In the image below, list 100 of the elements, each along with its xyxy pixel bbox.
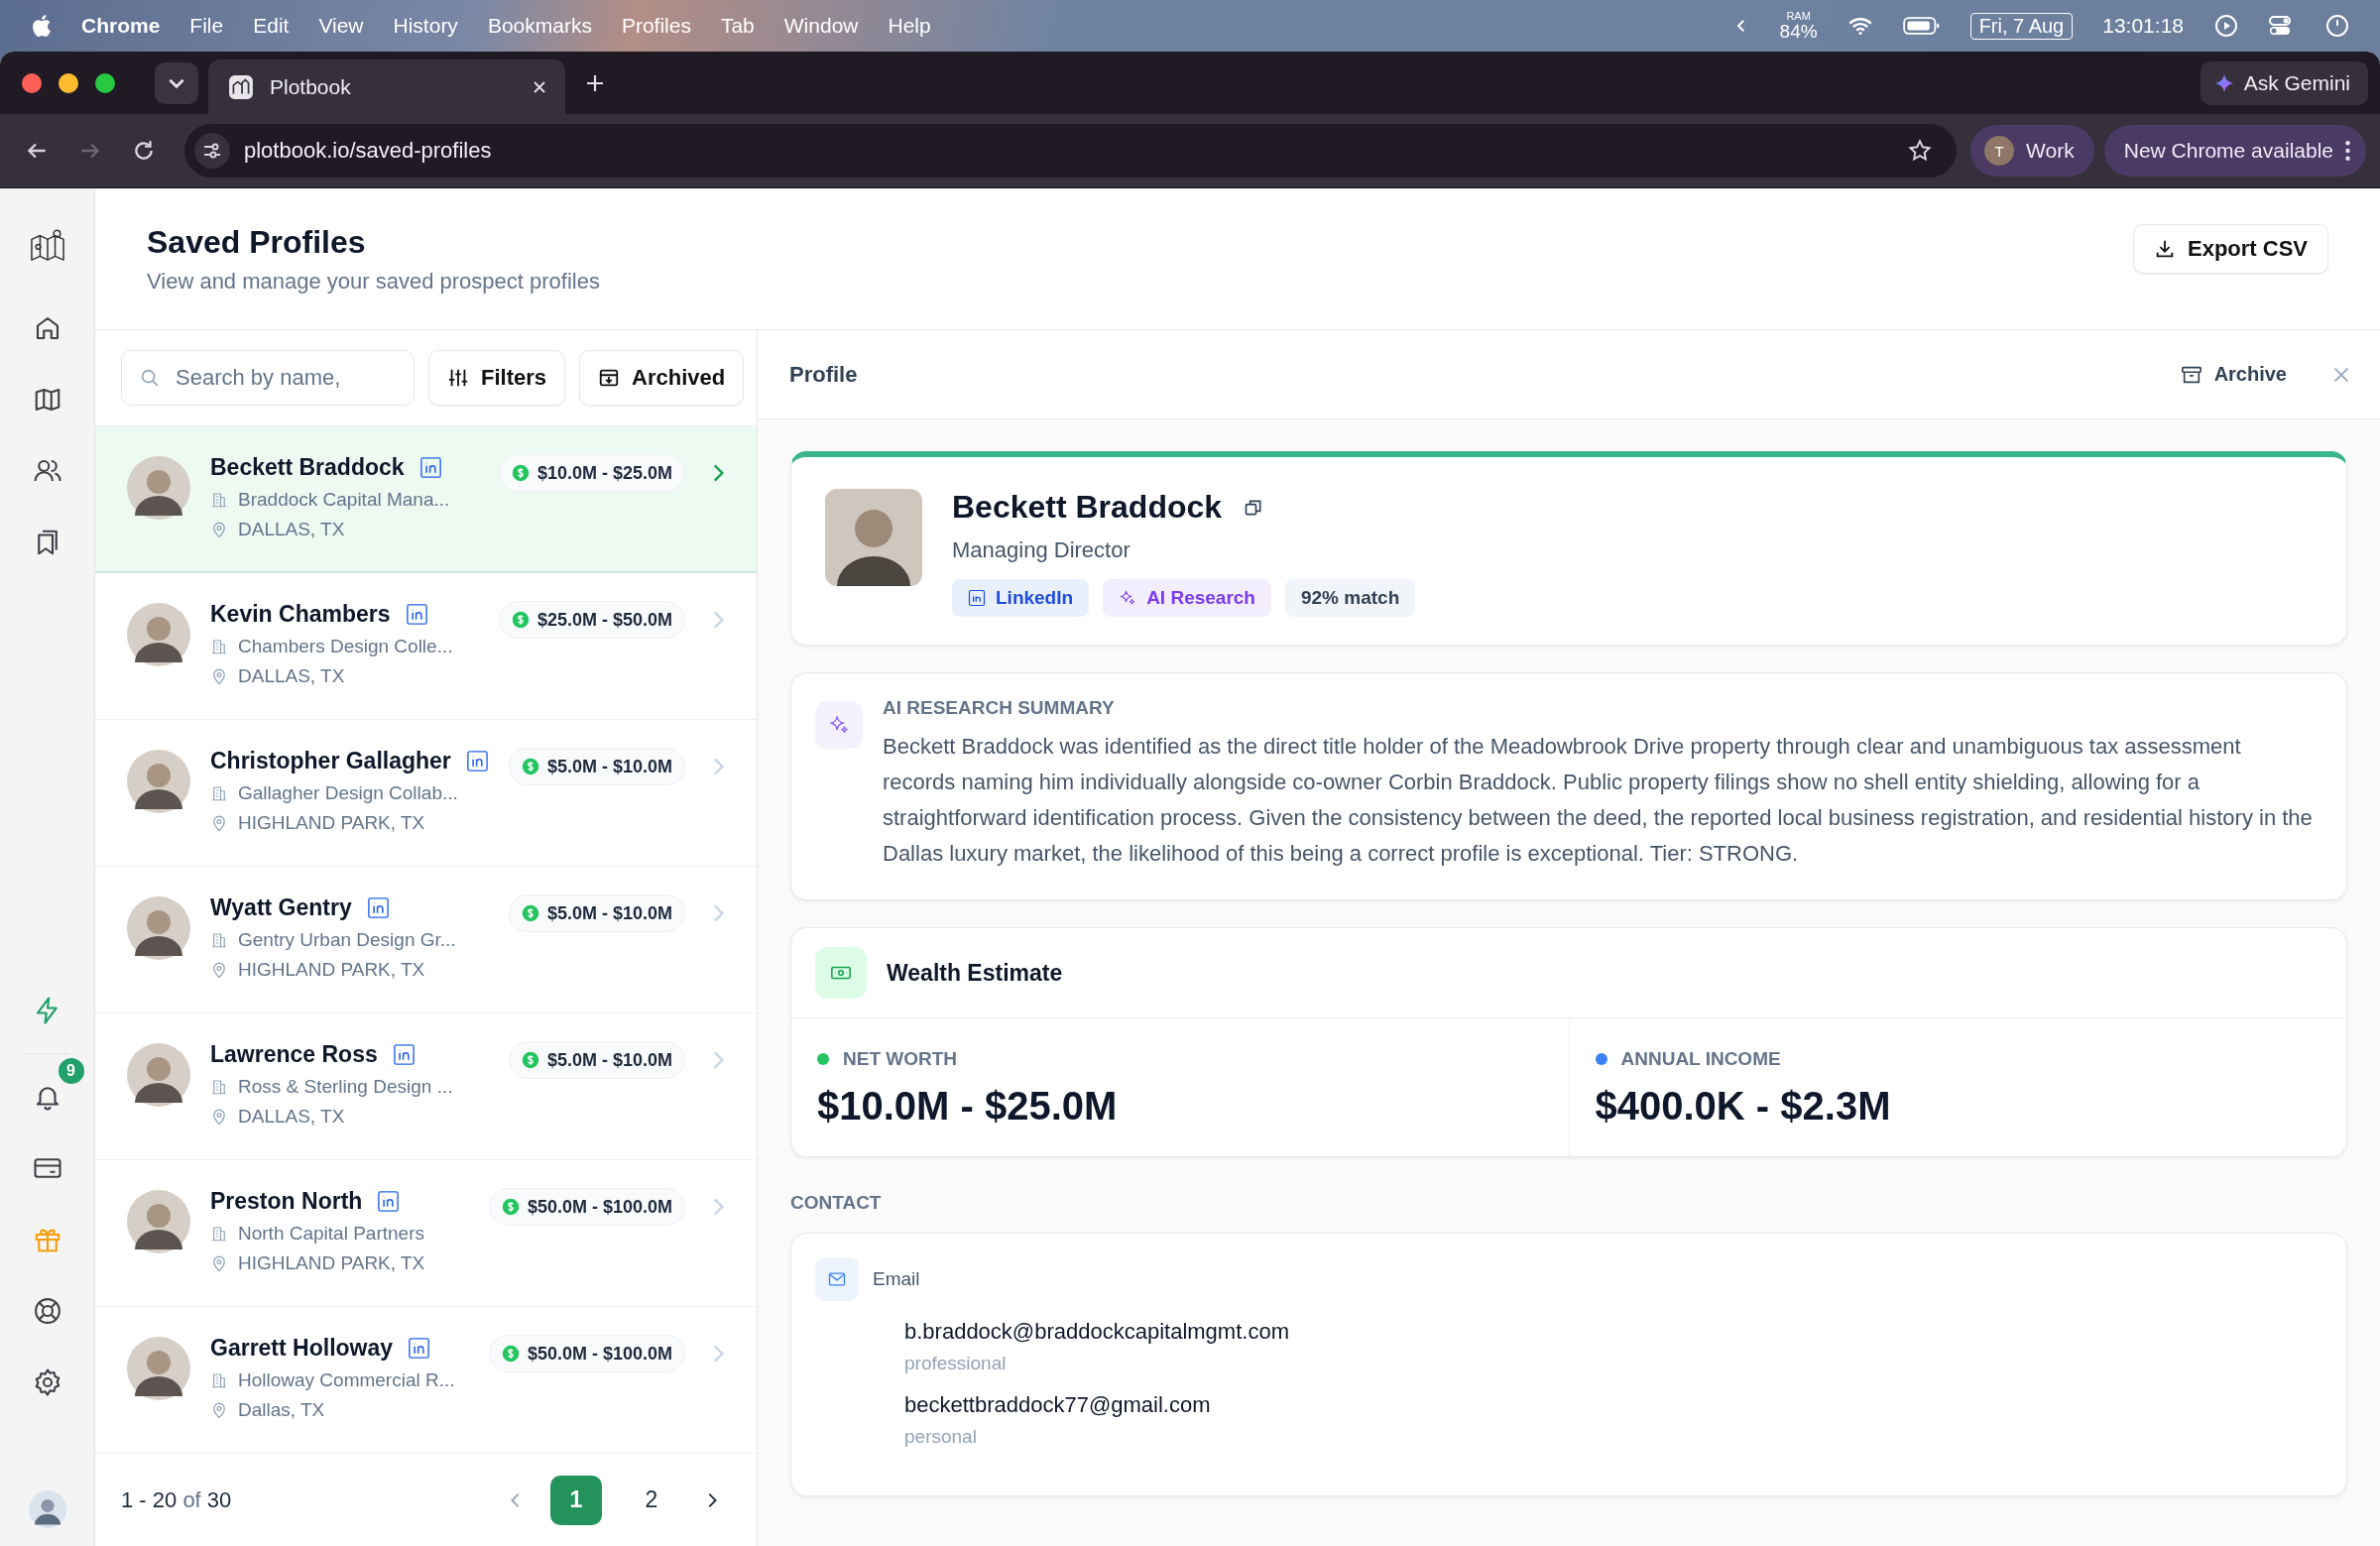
linkedin-icon[interactable] bbox=[406, 604, 427, 625]
profile-name: Wyatt Gentry bbox=[210, 894, 352, 921]
location-pin-icon bbox=[210, 1254, 228, 1272]
zoom-window-button[interactable] bbox=[95, 72, 115, 93]
location-pin-icon bbox=[210, 814, 228, 832]
contact-heading: CONTACT bbox=[790, 1192, 883, 1214]
profile-row[interactable]: Wyatt Gentry Gentry Urban Design Gr... HIGHLAND PARK, TX $5.0M - $10.0M bbox=[95, 867, 757, 1013]
metric-value: $400.0K - $2.3M bbox=[1595, 1084, 1892, 1129]
email-address[interactable]: beckettbraddock77@gmail.com bbox=[904, 1392, 2322, 1418]
location: HIGHLAND PARK, TX bbox=[238, 812, 425, 834]
dollar-icon bbox=[521, 1051, 539, 1069]
avatar bbox=[127, 1190, 190, 1253]
location: Dallas, TX bbox=[238, 1399, 325, 1421]
help-icon[interactable] bbox=[32, 1296, 62, 1326]
logo-icon[interactable] bbox=[28, 228, 66, 262]
ai-research-link[interactable]: AI Research bbox=[1103, 579, 1271, 617]
dollar-icon bbox=[511, 611, 530, 629]
linkedin-icon[interactable] bbox=[409, 1338, 430, 1359]
building-icon bbox=[210, 931, 228, 949]
sliders-icon bbox=[447, 367, 469, 389]
profile-row[interactable]: Garrett Holloway Holloway Commercial R... Dallas, TX $50.0M - $100.0M bbox=[95, 1307, 757, 1454]
panel-title: Profile bbox=[789, 361, 858, 388]
sparkle-icon bbox=[1119, 589, 1137, 607]
site-settings-icon[interactable] bbox=[194, 133, 230, 169]
wealth-heading: Wealth Estimate bbox=[887, 959, 1063, 987]
metric-label: NET WORTH bbox=[843, 1048, 958, 1070]
sparkle-icon bbox=[2213, 72, 2234, 93]
archive-button[interactable]: Archive bbox=[2174, 362, 2293, 387]
match-score: 92% match bbox=[1284, 579, 1416, 617]
ask-gemini-button[interactable]: Ask Gemini bbox=[2200, 60, 2368, 105]
browser-tab[interactable]: Plotbook bbox=[208, 59, 565, 114]
profile-avatar: T bbox=[1984, 136, 2015, 166]
location: DALLAS, TX bbox=[238, 519, 345, 540]
net-worth-range: $50.0M - $100.0M bbox=[527, 1343, 672, 1365]
user-avatar[interactable] bbox=[28, 1490, 66, 1528]
summary-heading: AI RESEARCH SUMMARY bbox=[883, 697, 1116, 719]
building-icon bbox=[210, 491, 228, 509]
linkedin-icon[interactable] bbox=[393, 1044, 415, 1065]
search-field[interactable]: Search by name, bbox=[121, 350, 415, 406]
linkedin-icon[interactable] bbox=[466, 751, 488, 772]
profile-name: Christopher Gallagher bbox=[210, 748, 451, 774]
profile-row[interactable]: Christopher Gallagher Gallagher Design Collab... HIGHLAND PARK, TX $5.0M - $10.0M bbox=[95, 720, 757, 867]
company-name: Holloway Commercial R... bbox=[238, 1369, 455, 1391]
menu-item[interactable]: File bbox=[189, 14, 224, 38]
tab-search-button[interactable] bbox=[155, 61, 198, 104]
apple-icon[interactable] bbox=[30, 13, 52, 39]
minimize-window-button[interactable] bbox=[59, 72, 78, 93]
menu-item[interactable]: Edit bbox=[253, 14, 290, 38]
dollar-icon bbox=[521, 758, 539, 775]
dollar-icon bbox=[501, 1345, 520, 1363]
menu-item[interactable]: History bbox=[393, 14, 458, 38]
profile-row[interactable]: Preston North North Capital Partners HIGHLAND PARK, TX $50.0M - $100.0M bbox=[95, 1160, 757, 1307]
profile-row[interactable]: Beckett Braddock Braddock Capital Mana... DALLAS, TX $10.0M - $25.0M bbox=[95, 426, 757, 573]
location-pin-icon bbox=[210, 521, 228, 538]
linkedin-icon[interactable] bbox=[378, 1191, 400, 1212]
company-name: Chambers Design Colle... bbox=[238, 636, 453, 657]
avatar bbox=[127, 1337, 190, 1400]
sparkle-icon bbox=[828, 714, 850, 736]
address-bar[interactable]: plotbook.io/saved-profiles bbox=[184, 124, 1958, 178]
profile-name: Preston North bbox=[210, 1188, 363, 1215]
profile-name: Kevin Chambers bbox=[210, 601, 391, 628]
company-name: Braddock Capital Mana... bbox=[238, 489, 450, 511]
linkedin-link[interactable]: LinkedIn bbox=[952, 579, 1090, 617]
email-label: Email bbox=[873, 1268, 920, 1290]
date[interactable]: Fri, 7 Aug bbox=[1969, 12, 2074, 40]
menu-app-name[interactable]: Chrome bbox=[81, 14, 161, 38]
email-address[interactable]: b.braddock@braddockcapitalmgmt.com bbox=[904, 1319, 2322, 1345]
menu-item[interactable]: View bbox=[318, 14, 364, 38]
timer-icon[interactable] bbox=[2324, 14, 2350, 38]
email-type: professional bbox=[904, 1353, 1008, 1374]
building-icon bbox=[210, 1225, 228, 1243]
net-worth-range: $50.0M - $100.0M bbox=[527, 1196, 672, 1218]
notification-badge: 9 bbox=[56, 1056, 86, 1086]
location: HIGHLAND PARK, TX bbox=[238, 959, 425, 981]
profile-row[interactable]: Lawrence Ross Ross & Sterling Design ... DALLAS, TX $5.0M - $10.0M bbox=[95, 1013, 757, 1160]
profile-chip[interactable]: T Work bbox=[1970, 125, 2094, 177]
update-chrome-button[interactable]: New Chrome available bbox=[2103, 125, 2366, 177]
clock-time[interactable]: 13:01:18 bbox=[2102, 14, 2184, 38]
page-button[interactable]: 2 bbox=[626, 1475, 677, 1525]
profile-name: Garrett Holloway bbox=[210, 1335, 394, 1362]
profile-row[interactable]: Kevin Chambers Chambers Design Colle... DALLAS, TX $25.0M - $50.0M bbox=[95, 573, 757, 720]
page-title: Saved Profiles bbox=[147, 223, 367, 261]
menu-item[interactable]: Help bbox=[888, 14, 931, 38]
export-csv-button[interactable]: Export CSV bbox=[2132, 224, 2328, 274]
close-window-button[interactable] bbox=[22, 72, 42, 93]
chevron-down-icon bbox=[169, 77, 184, 88]
net-worth-range: $5.0M - $10.0M bbox=[546, 902, 672, 924]
linkedin-icon[interactable] bbox=[367, 897, 389, 918]
bookmark-star-icon[interactable] bbox=[1907, 138, 1934, 164]
page-button[interactable]: 1 bbox=[550, 1475, 602, 1525]
net-worth-range: $10.0M - $25.0M bbox=[536, 462, 672, 484]
filters-button[interactable]: Filters bbox=[428, 350, 566, 406]
avatar bbox=[127, 750, 190, 813]
linkedin-icon[interactable] bbox=[419, 457, 441, 478]
battery-icon[interactable] bbox=[1902, 14, 1941, 38]
more-icon bbox=[2345, 141, 2350, 161]
archived-button[interactable]: Archived bbox=[579, 350, 745, 406]
company-name: North Capital Partners bbox=[238, 1223, 424, 1245]
dollar-icon bbox=[521, 904, 539, 922]
play-icon[interactable] bbox=[2213, 14, 2239, 38]
